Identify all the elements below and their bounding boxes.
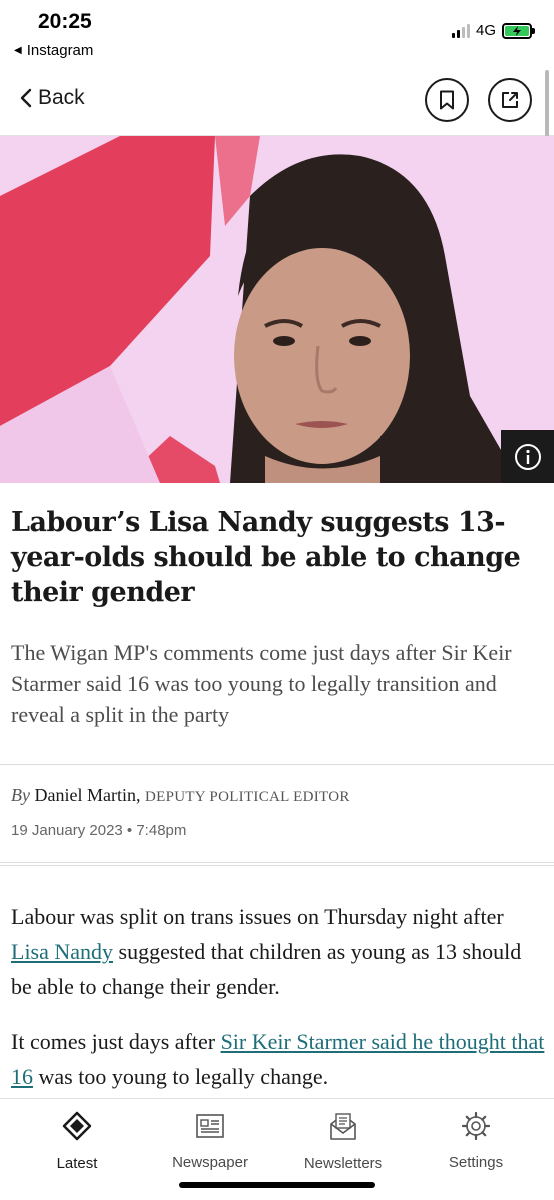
- home-indicator[interactable]: [179, 1182, 375, 1188]
- article-standfirst: The Wigan MP's comments come just days a…: [11, 640, 512, 728]
- byline-prefix: By: [11, 785, 30, 805]
- lisa-nandy-link[interactable]: Lisa Nandy: [11, 939, 113, 964]
- info-icon: [514, 443, 541, 470]
- back-triangle-icon: ◀: [14, 45, 22, 56]
- newsletters-icon: [329, 1111, 357, 1141]
- latest-icon: [62, 1111, 92, 1141]
- tab-label: Newspaper: [172, 1154, 248, 1171]
- back-app-label: Instagram: [26, 42, 94, 59]
- article-byline: By Daniel Martin, DEPUTY POLITICAL EDITO…: [11, 785, 350, 806]
- divider: [0, 764, 554, 765]
- back-button[interactable]: Back: [20, 86, 85, 110]
- share-button[interactable]: [488, 78, 532, 122]
- network-type: 4G: [475, 22, 496, 39]
- battery-icon: [502, 22, 535, 39]
- byline-role: DEPUTY POLITICAL EDITOR: [144, 789, 350, 805]
- divider: [0, 865, 554, 866]
- bookmark-icon: [440, 90, 454, 110]
- tab-newspaper[interactable]: Newspaper: [141, 1111, 279, 1171]
- bookmark-button[interactable]: [425, 78, 469, 122]
- article-date: 19 January 2023 • 7:48pm: [11, 822, 187, 839]
- article-nav-bar: Back: [0, 70, 554, 136]
- tab-label: Latest: [56, 1155, 98, 1172]
- image-info-button[interactable]: [501, 430, 554, 483]
- article-headline: Labour’s Lisa Nandy suggests 13-year-old…: [11, 507, 521, 609]
- share-icon: [502, 92, 518, 108]
- tab-latest[interactable]: Latest: [8, 1111, 146, 1172]
- byline-author[interactable]: Daniel Martin,: [34, 785, 140, 805]
- back-button-label: Back: [38, 86, 85, 109]
- status-bar: 20:25 ◀ Instagram 4G: [0, 0, 554, 70]
- status-indicators: 4G: [451, 22, 535, 39]
- status-time: 20:25: [38, 10, 92, 33]
- newspaper-icon: [196, 1111, 224, 1140]
- article-paragraph: Labour was split on trans issues on Thur…: [11, 904, 522, 1000]
- tab-label: Settings: [448, 1154, 504, 1171]
- chevron-left-icon: [20, 88, 32, 108]
- tab-newsletters[interactable]: Newsletters: [274, 1111, 412, 1172]
- signal-strength-icon: [451, 23, 470, 38]
- article-hero-image: [0, 136, 554, 483]
- settings-icon: [462, 1111, 490, 1140]
- article-paragraph: It comes just days after Sir Keir Starme…: [11, 1029, 545, 1090]
- tab-label: Newsletters: [303, 1155, 383, 1172]
- back-to-app-link[interactable]: ◀ Instagram: [14, 42, 93, 59]
- divider: [0, 862, 554, 863]
- portrait-illustration: [0, 136, 554, 483]
- tab-settings[interactable]: Settings: [407, 1111, 545, 1171]
